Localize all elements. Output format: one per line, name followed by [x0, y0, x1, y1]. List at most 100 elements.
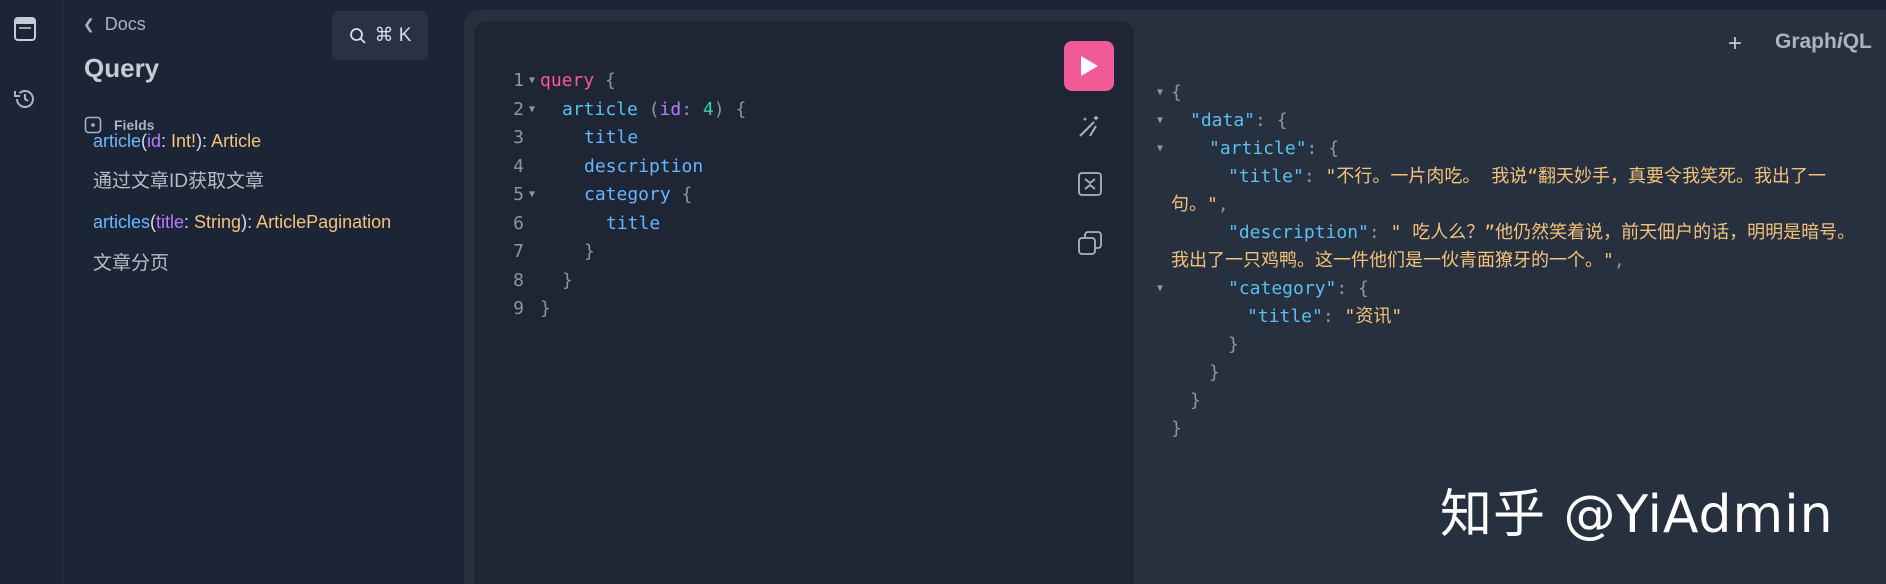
result-text: } [1135, 415, 1886, 443]
docs-search-button[interactable]: ⌘ K [332, 11, 428, 60]
code-text[interactable]: } [540, 267, 573, 296]
code-token: 4 [702, 98, 714, 120]
code-token: { [594, 70, 616, 91]
result-text: } [1135, 359, 1886, 387]
result-line: ▼ "data": { [1135, 107, 1886, 135]
fold-arrow-icon[interactable]: ▼ [1157, 135, 1163, 163]
fold-arrow-icon[interactable]: ▼ [1157, 275, 1163, 303]
code-token: } [562, 269, 573, 291]
code-text[interactable]: title [540, 210, 660, 239]
code-token: } [540, 298, 551, 319]
field-name[interactable]: articles [93, 212, 150, 232]
line-number: 5 [513, 184, 524, 205]
docs-panel: ❮ Docs ⌘ K Query Fields article(id: Int!… [63, 0, 463, 584]
json-token: : { [1255, 110, 1288, 131]
json-token: } [1228, 334, 1239, 355]
code-token: description [584, 155, 704, 177]
code-text[interactable]: description [540, 153, 703, 182]
code-text[interactable]: title [540, 124, 638, 153]
fold-arrow-icon[interactable]: ▼ [1157, 79, 1163, 107]
field-arg-type[interactable]: Int! [171, 131, 196, 151]
line-number: 4 [513, 155, 524, 177]
code-token: ) { [713, 98, 747, 120]
result-line: "description": " 吃人么？”他仍然笑着说，前天佃户的话，明明是暗… [1135, 219, 1886, 275]
prettify-button[interactable] [1076, 112, 1104, 140]
run-query-button[interactable] [1064, 41, 1114, 91]
code-text[interactable]: category { [540, 181, 692, 210]
query-editor[interactable]: 1 ▼ query {2 ▼ article (id: 4) {3 title 4 descr… [474, 21, 1134, 584]
result-line: "title": "资讯" [1135, 303, 1886, 331]
search-shortcut: ⌘ K [374, 25, 412, 46]
json-token: } [1171, 418, 1182, 439]
field-arg-type[interactable]: String [194, 212, 241, 232]
docs-back-label: Docs [104, 14, 146, 34]
result-text: "category": { [1135, 275, 1886, 303]
fold-arrow-icon[interactable]: ▼ [529, 67, 535, 96]
json-token: , [1613, 250, 1625, 271]
result-text: "article": { [1135, 135, 1886, 163]
code-token: id [659, 98, 682, 120]
result-text: "title": "不行。一片肉吃。 我说“翻天妙手，真要令我笑死。我出了一句。… [1135, 163, 1886, 219]
fold-arrow-icon[interactable]: ▼ [529, 96, 535, 125]
json-token: "data" [1190, 110, 1256, 131]
line-number: 6 [513, 212, 524, 234]
code-token: title [584, 127, 639, 148]
field-return-type[interactable]: ArticlePagination [256, 212, 391, 232]
code-text[interactable]: query { [540, 67, 616, 96]
json-token: } [1209, 362, 1220, 383]
chevron-left-icon: ❮ [83, 16, 95, 32]
result-line: } [1135, 415, 1886, 443]
field-article[interactable]: article(id: Int!): Article [93, 131, 261, 152]
code-token: title [606, 212, 661, 234]
code-text[interactable]: article (id: 4) { [540, 96, 746, 125]
code-token: } [584, 241, 595, 262]
result-text: "data": { [1135, 107, 1886, 135]
field-arg-name[interactable]: id [147, 131, 161, 151]
docs-icon[interactable] [10, 14, 40, 44]
field-name[interactable]: article [93, 131, 141, 151]
line-number: 3 [513, 127, 524, 148]
result-line: "title": "不行。一片肉吃。 我说“翻天妙手，真要令我笑死。我出了一句。… [1135, 163, 1886, 219]
code-text[interactable]: } [540, 295, 551, 324]
prettify-icon [1079, 115, 1099, 137]
code-token: : [681, 98, 703, 120]
result-text: "title": "资讯" [1135, 303, 1886, 331]
fold-arrow-icon[interactable]: ▼ [529, 181, 535, 210]
code-token: { [670, 184, 693, 205]
json-token: : { [1306, 138, 1340, 159]
result-line: } [1135, 359, 1886, 387]
json-token: "资讯" [1344, 306, 1403, 327]
json-token: "category" [1228, 278, 1337, 299]
copy-icon [1078, 231, 1102, 255]
field-arg-name[interactable]: title [156, 212, 184, 232]
history-icon[interactable] [10, 84, 40, 114]
json-token: { [1171, 82, 1182, 103]
merge-fragments-button[interactable] [1076, 170, 1104, 198]
line-number: 7 [513, 241, 524, 262]
result-line: ▼ "category": { [1135, 275, 1886, 303]
watermark: 知乎 @YiAdmin [1440, 485, 1834, 545]
json-token: "title" [1247, 306, 1323, 327]
line-number: 8 [513, 269, 524, 291]
merge-fragments-icon [1078, 172, 1102, 196]
copy-query-button[interactable] [1076, 229, 1104, 257]
code-token: category [584, 184, 671, 205]
field-description: 通过文章ID获取文章 [93, 171, 265, 192]
result-text: "description": " 吃人么？”他仍然笑着说，前天佃户的话，明明是暗… [1135, 219, 1886, 275]
result-line: ▼ "article": { [1135, 135, 1886, 163]
line-number: 9 [513, 298, 524, 319]
code-text[interactable]: } [540, 238, 595, 267]
field-articles[interactable]: articles(title: String): ArticlePaginati… [93, 212, 391, 233]
fold-arrow-icon[interactable]: ▼ [1157, 107, 1163, 135]
result-text: } [1135, 387, 1886, 415]
json-token: } [1190, 390, 1201, 411]
result-line: ▼{ [1135, 79, 1886, 107]
json-token: : [1368, 222, 1391, 243]
json-token: : [1303, 166, 1326, 187]
field-return-type[interactable]: Article [211, 131, 261, 151]
result-code: ▼{▼ "data": {▼ "article": {"title": "不行。一片… [1135, 79, 1886, 443]
add-tab-button[interactable]: + [1728, 30, 1742, 58]
docs-back-button[interactable]: ❮ Docs [83, 14, 146, 35]
result-text: { [1135, 79, 1886, 107]
line-number: 2 [513, 98, 524, 120]
